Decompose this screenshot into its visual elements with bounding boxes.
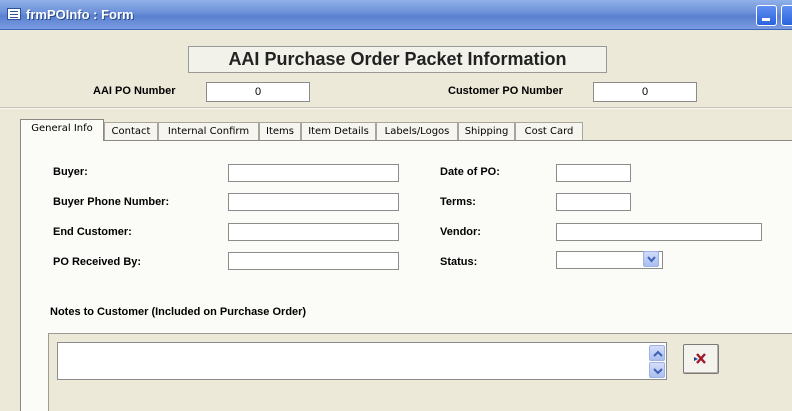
buyer-phone-label: Buyer Phone Number: [53,196,170,208]
tab-shipping[interactable]: Shipping [458,122,515,140]
window-title: frmPOInfo : Form [26,7,134,22]
maximize-button[interactable] [781,5,792,26]
tab-strip: General Info Contact Internal Confirm It… [20,119,620,141]
status-label: Status: [440,256,478,268]
chevron-up-icon[interactable] [649,345,665,361]
tab-internal-confirm[interactable]: Internal Confirm [158,122,259,140]
end-customer-label: End Customer: [53,226,132,238]
delete-record-button[interactable] [683,344,719,374]
aai-po-number-field[interactable]: 0 [206,82,310,102]
terms-field[interactable] [556,193,631,211]
buyer-phone-field[interactable] [228,193,399,211]
date-of-po-label: Date of PO: [440,166,500,178]
vendor-label: Vendor: [440,226,481,238]
vendor-field[interactable] [556,223,762,241]
po-received-by-label: PO Received By: [53,256,142,268]
notes-to-customer-label: Notes to Customer (Included on Purchase … [50,306,307,318]
delete-record-icon [694,353,706,364]
window-titlebar[interactable]: frmPOInfo : Form [0,0,792,30]
tab-item-details[interactable]: Item Details [301,122,376,140]
tab-items[interactable]: Items [259,122,301,140]
notes-to-customer-field[interactable] [57,342,667,380]
form-icon [7,8,21,20]
buyer-label: Buyer: [53,166,88,178]
chevron-down-icon[interactable] [649,362,665,378]
header-divider [0,107,792,109]
tab-labels-logos[interactable]: Labels/Logos [376,122,458,140]
po-received-by-field[interactable] [228,252,399,270]
terms-label: Terms: [440,196,476,208]
tab-cost-card[interactable]: Cost Card [515,122,583,140]
date-of-po-field[interactable] [556,164,631,182]
aai-po-number-label: AAI PO Number [93,85,176,97]
chevron-down-icon[interactable] [643,251,659,267]
buyer-field[interactable] [228,164,399,182]
form-header-title: AAI Purchase Order Packet Information [188,46,607,73]
customer-po-number-field[interactable]: 0 [593,82,697,102]
minimize-button[interactable] [756,5,777,26]
customer-po-number-label: Customer PO Number [448,85,563,97]
end-customer-field[interactable] [228,223,399,241]
tab-contact[interactable]: Contact [104,122,158,140]
tab-general-info[interactable]: General Info [20,119,104,141]
